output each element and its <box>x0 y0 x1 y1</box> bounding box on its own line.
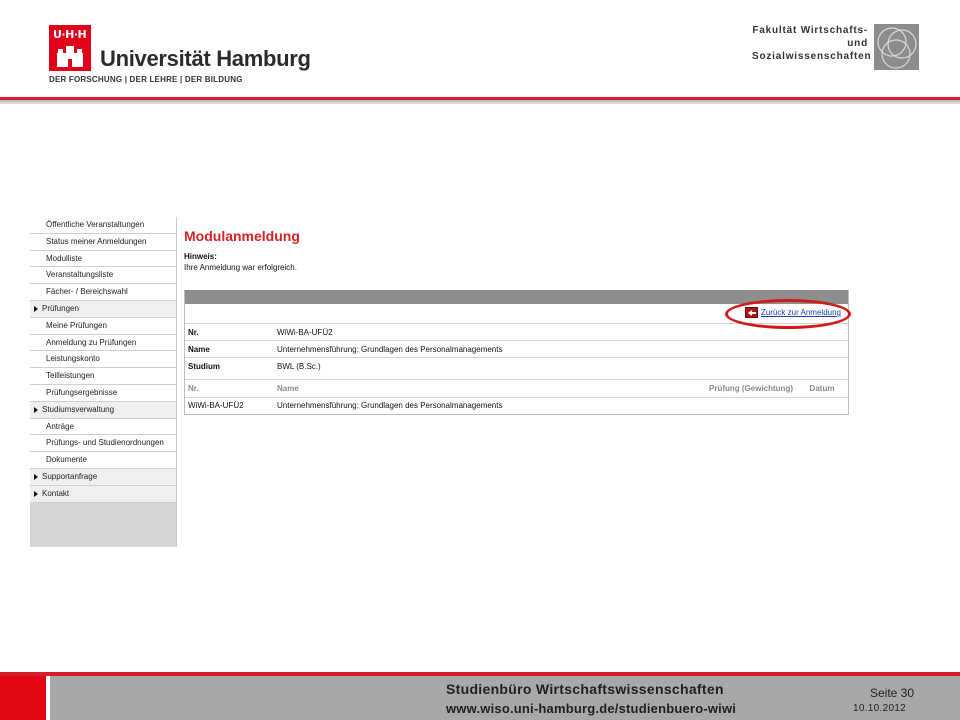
footer-page-number: Seite 30 <box>870 686 915 700</box>
sidebar-item[interactable]: Prüfungs- und Studienordnungen <box>30 435 176 453</box>
university-name: Universität Hamburg <box>100 46 311 71</box>
sidebar-item-label: Fächer- / Bereichswahl <box>46 287 128 297</box>
expand-triangle-icon <box>34 473 38 480</box>
info-key: Studium <box>188 362 220 371</box>
info-row-nr: Nr. WiWi-BA-UFÜ2 <box>185 324 848 341</box>
sidebar-item[interactable]: Status meiner Anmeldungen <box>30 233 176 251</box>
sidebar-item-label: Dokumente <box>46 455 87 465</box>
annotation-ellipse <box>725 299 851 329</box>
sidebar-item[interactable]: Leistungskonto <box>30 351 176 369</box>
faculty-line-2: Sozialwissenschaften <box>752 51 872 62</box>
header-grey-rule <box>0 100 960 104</box>
sidebar-item-label: Prüfungs- und Studienordnungen <box>46 438 164 448</box>
sidebar-item-label: Kontakt <box>42 488 70 498</box>
cell-name: Unternehmensführung: Grundlagen des Pers… <box>277 401 503 410</box>
sidebar-item[interactable]: Fächer- / Bereichswahl <box>30 284 176 301</box>
sidebar-item[interactable]: Anmeldung zu Prüfungen <box>30 334 176 352</box>
info-value: WiWi-BA-UFÜ2 <box>277 327 333 337</box>
faculty-logo <box>874 24 919 70</box>
info-value: Unternehmensführung: Grundlagen des Pers… <box>277 344 503 354</box>
sidebar-item-label: Supportanfrage <box>42 471 98 481</box>
info-key: Nr. <box>188 327 199 337</box>
sidebar-item[interactable]: Modulliste <box>30 250 176 268</box>
table-row: WiWi-BA-UFÜ2 Unternehmensführung: Grundl… <box>185 398 848 413</box>
sidebar-item[interactable]: Prüfungen <box>30 300 176 318</box>
hint-text: Ihre Anmeldung war erfolgreich. <box>184 263 297 272</box>
sidebar-item[interactable]: Meine Prüfungen <box>30 317 176 335</box>
sidebar-list: Öffentliche Veranstaltungen Status meiner… <box>30 217 176 503</box>
column-header-name: Name <box>277 384 299 393</box>
sidebar-item-label: Anträge <box>46 421 75 431</box>
info-row-studium: Studium BWL (B.Sc.) <box>185 358 848 375</box>
hint-label: Hinweis: <box>184 252 217 261</box>
footer-date: 10.10.2012 <box>853 703 907 714</box>
faculty-line-1: Fakultät Wirtschafts- und <box>752 25 868 49</box>
castle-icon <box>57 46 83 67</box>
sidebar-item-label: Prüfungen <box>42 303 79 313</box>
sidebar-item[interactable]: Prüfungsergebnisse <box>30 384 176 402</box>
info-key: Name <box>188 344 210 354</box>
university-motto: DER FORSCHUNG | DER LEHRE | DER BILDUNG <box>49 75 243 84</box>
info-row-name: Name Unternehmensführung: Grundlagen des… <box>185 341 848 358</box>
sidebar-item-label: Anmeldung zu Prüfungen <box>46 337 137 347</box>
page-title: Modulanmeldung <box>184 228 300 244</box>
expand-triangle-icon <box>34 305 38 312</box>
sidebar-item[interactable]: Dokumente <box>30 452 176 469</box>
footer-title: Studienbüro Wirtschaftswissenschaften <box>446 681 724 697</box>
sidebar-item[interactable]: Anträge <box>30 418 176 436</box>
sidebar-item[interactable]: Öffentliche Veranstaltungen <box>30 217 176 234</box>
column-header-nr: Nr. <box>188 384 199 393</box>
expand-triangle-icon <box>34 490 38 497</box>
sidebar-item-label: Status meiner Anmeldungen <box>46 236 147 246</box>
sidebar-item[interactable]: Kontakt <box>30 485 176 503</box>
sidebar-item-label: Veranstaltungsliste <box>46 270 114 280</box>
info-value: BWL (B.Sc.) <box>277 362 321 371</box>
sidebar-item-label: Modulliste <box>46 253 83 263</box>
sidebar-item-label: Öffentliche Veranstaltungen <box>46 220 145 229</box>
uhh-logo: U·H·H <box>49 25 91 71</box>
footer-red-block <box>0 676 46 720</box>
faculty-name: Fakultät Wirtschafts- und Sozialwissensc… <box>752 24 872 63</box>
sidebar-item-label: Studiumsverwaltung <box>42 404 115 414</box>
table-column-headers: Nr. Name Prüfung (Gewichtung) Datum <box>185 379 848 398</box>
footer-url: www.wiso.uni-hamburg.de/studienbuero-wiw… <box>446 701 737 716</box>
sidebar-item-label: Meine Prüfungen <box>46 320 107 330</box>
sidebar-item-label: Leistungskonto <box>46 354 100 364</box>
uhh-logo-text: U·H·H <box>53 28 87 41</box>
sidebar-item-label: Prüfungsergebnisse <box>46 387 118 397</box>
expand-triangle-icon <box>34 406 38 413</box>
cell-nr: WiWi-BA-UFÜ2 <box>188 401 244 410</box>
sidebar-item[interactable]: Studiumsverwaltung <box>30 401 176 419</box>
sidebar-item[interactable]: Veranstaltungsliste <box>30 267 176 285</box>
column-header-pruefung: Prüfung (Gewichtung) <box>709 384 793 393</box>
faculty-circles-icon <box>877 27 917 69</box>
sidebar-nav: Öffentliche Veranstaltungen Status meiner… <box>30 217 177 547</box>
sidebar-item[interactable]: Supportanfrage <box>30 468 176 486</box>
column-header-datum: Datum <box>809 384 835 393</box>
sidebar-item[interactable]: Teilleistungen <box>30 368 176 385</box>
sidebar-item-label: Teilleistungen <box>46 371 95 381</box>
